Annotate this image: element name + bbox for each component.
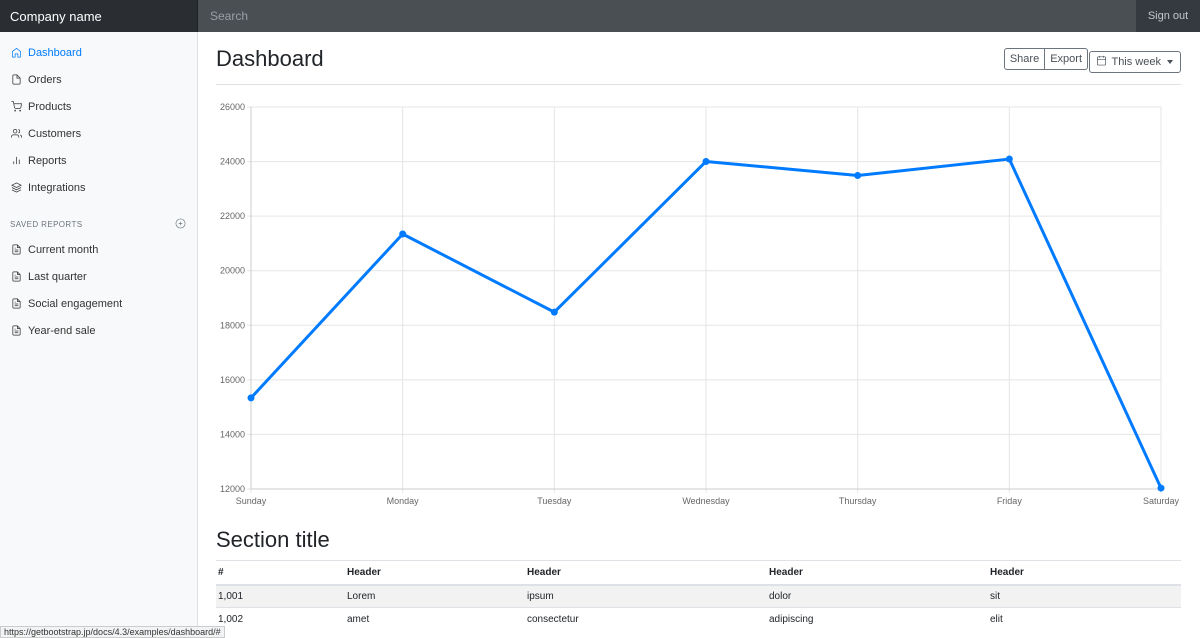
saved-report-last-quarter[interactable]: Last quarter (0, 263, 198, 290)
table-header-row: # Header Header Header Header (216, 560, 1181, 586)
file-text-icon (10, 325, 22, 337)
saved-report-label: Year-end sale (28, 324, 96, 337)
bar-chart-icon (10, 155, 22, 167)
brand-name[interactable]: Company name (0, 0, 198, 32)
table-cell: Lorem (345, 584, 525, 608)
x-tick-label: Wednesday (682, 496, 730, 506)
file-icon (10, 74, 22, 86)
saved-report-label: Social engagement (28, 297, 123, 310)
sidebar-item-orders[interactable]: Orders (0, 66, 198, 93)
main-content: Dashboard Share Export This week 26000 24… (216, 32, 1181, 631)
x-tick-label: Friday (997, 496, 1023, 506)
sign-out-link[interactable]: Sign out (1136, 0, 1200, 32)
data-point (1005, 155, 1013, 163)
data-point (702, 157, 710, 165)
share-button[interactable]: Share (1003, 48, 1046, 70)
y-tick-label: 16000 (220, 375, 245, 385)
saved-reports-heading: SAVED REPORTS (0, 201, 198, 233)
sidebar: Dashboard Orders Products Customers Repo… (0, 32, 198, 638)
data-table: # Header Header Header Header 1,001 Lore… (216, 560, 1181, 631)
y-tick-label: 22000 (220, 211, 245, 221)
y-tick-label: 14000 (220, 429, 245, 439)
data-point (1157, 484, 1165, 492)
table-header-cell: Header (525, 560, 767, 586)
y-tick-label: 18000 (220, 320, 245, 330)
file-text-icon (10, 244, 22, 256)
x-tick-label: Thursday (839, 496, 877, 506)
x-tick-label: Monday (387, 496, 420, 506)
saved-report-social-engagement[interactable]: Social engagement (0, 290, 198, 317)
this-week-dropdown[interactable]: This week (1089, 51, 1181, 73)
saved-report-label: Current month (28, 243, 99, 256)
data-point (854, 172, 862, 180)
table-cell: ipsum (525, 584, 767, 608)
sidebar-item-reports[interactable]: Reports (0, 147, 198, 174)
x-tick-label: Tuesday (537, 496, 572, 506)
data-point (247, 394, 255, 402)
sidebar-item-label: Products (28, 100, 72, 113)
sidebar-item-label: Dashboard (28, 46, 82, 59)
data-point (399, 230, 407, 238)
chart-svg: 26000 24000 22000 20000 18000 16000 14000 12000… (220, 102, 1180, 506)
users-icon (10, 128, 22, 140)
table-cell: 1,001 (216, 584, 345, 608)
search-input[interactable] (198, 0, 1136, 32)
table-header-cell: Header (767, 560, 988, 586)
section-title: Section title (216, 527, 330, 552)
table-cell: adipiscing (767, 607, 988, 631)
table-cell: consectetur (525, 607, 767, 631)
sidebar-item-dashboard[interactable]: Dashboard (0, 39, 198, 66)
plus-circle-icon[interactable] (175, 218, 186, 231)
file-text-icon (10, 298, 22, 310)
sidebar-item-products[interactable]: Products (0, 93, 198, 120)
saved-reports-label: SAVED REPORTS (10, 219, 83, 229)
table-row: 1,001 Lorem ipsum dolor sit (216, 584, 1181, 608)
layers-icon (10, 182, 22, 194)
data-point (550, 308, 558, 316)
export-button[interactable]: Export (1045, 48, 1088, 70)
saved-report-current-month[interactable]: Current month (0, 236, 198, 263)
top-navbar: Company name Sign out (0, 0, 1200, 32)
table-cell: amet (345, 607, 525, 631)
sidebar-item-customers[interactable]: Customers (0, 120, 198, 147)
table-cell: sit (988, 584, 1181, 608)
line-chart: 26000 24000 22000 20000 18000 16000 14000 12000… (216, 102, 1181, 512)
sidebar-item-label: Reports (28, 154, 67, 167)
y-tick-label: 12000 (220, 484, 245, 494)
table-header-cell: Header (988, 560, 1181, 586)
table-header-cell: Header (345, 560, 525, 586)
page-title: Dashboard (216, 46, 324, 71)
shopping-cart-icon (10, 101, 22, 113)
file-text-icon (10, 271, 22, 283)
page-header: Dashboard Share Export (216, 32, 1181, 85)
calendar-icon (1096, 55, 1111, 69)
table-header-cell: # (216, 560, 345, 586)
table-cell: 1,002 (216, 607, 345, 631)
share-export-group: Share Export (1003, 48, 1088, 70)
table-cell: dolor (767, 584, 988, 608)
sidebar-item-label: Orders (28, 73, 62, 86)
home-icon (10, 47, 22, 59)
range-label: This week (1111, 56, 1161, 68)
sidebar-item-label: Customers (28, 127, 82, 140)
sidebar-item-integrations[interactable]: Integrations (0, 174, 198, 201)
status-bar-url: https://getbootstrap.jp/docs/4.3/example… (0, 626, 225, 638)
x-tick-label: Saturday (1143, 496, 1180, 506)
x-tick-label: Sunday (236, 496, 267, 506)
chevron-down-icon (1167, 60, 1173, 64)
table-row: 1,002 amet consectetur adipiscing elit (216, 607, 1181, 631)
y-tick-label: 26000 (220, 102, 245, 112)
sidebar-item-label: Integrations (28, 181, 86, 194)
saved-report-label: Last quarter (28, 270, 87, 283)
table-cell: elit (988, 607, 1181, 631)
y-tick-label: 20000 (220, 266, 245, 276)
saved-report-year-end-sale[interactable]: Year-end sale (0, 317, 198, 344)
y-tick-label: 24000 (220, 157, 245, 167)
